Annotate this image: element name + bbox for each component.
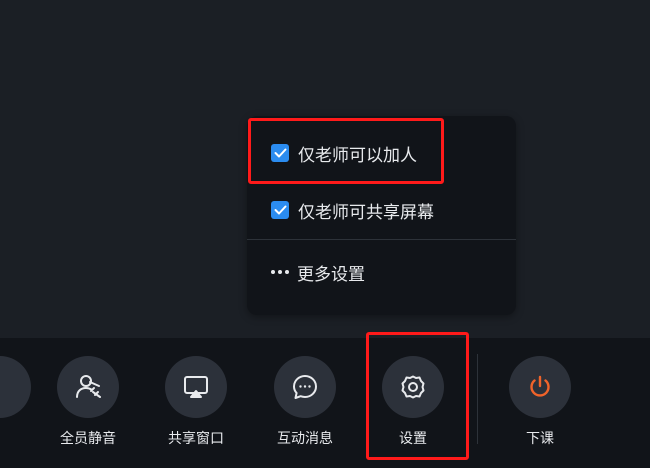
toolbar-divider [477, 354, 478, 444]
toolbar-label: 设置 [399, 431, 427, 447]
menu-item-label: 仅老师可以加人 [298, 145, 417, 166]
gear-icon [382, 356, 444, 418]
mute-all-icon [57, 356, 119, 418]
toolbar-label: 互动消息 [277, 431, 333, 447]
power-icon [509, 356, 571, 418]
bottom-toolbar: 全员静音 共享窗口 互动消息 设置 下课 [0, 338, 650, 468]
share-window-icon [165, 356, 227, 418]
partial-button-circle [0, 356, 31, 418]
toolbar-button-partial[interactable] [0, 356, 45, 418]
toolbar-label: 全员静音 [60, 431, 116, 447]
end-class-button[interactable]: 下课 [495, 356, 585, 448]
checkbox-checked-icon[interactable] [271, 144, 289, 162]
menu-item-label: 仅老师可共享屏幕 [298, 202, 434, 223]
interactive-message-button[interactable]: 互动消息 [260, 356, 350, 448]
menu-item-label: 更多设置 [297, 264, 365, 285]
checkbox-checked-icon[interactable] [271, 201, 289, 219]
menu-divider [247, 239, 516, 240]
menu-item-only-teacher-share[interactable]: 仅老师可共享屏幕 [247, 190, 516, 230]
mute-all-button[interactable]: 全员静音 [43, 356, 133, 448]
settings-button[interactable]: 设置 [368, 356, 458, 448]
chat-icon [274, 356, 336, 418]
more-dots-icon [271, 270, 289, 274]
toolbar-label: 下课 [526, 431, 554, 447]
toolbar-label: 共享窗口 [168, 431, 224, 447]
menu-item-more-settings[interactable]: 更多设置 [247, 252, 516, 292]
share-window-button[interactable]: 共享窗口 [151, 356, 241, 448]
settings-popup-menu: 仅老师可以加人 仅老师可共享屏幕 更多设置 [247, 116, 516, 315]
menu-item-only-teacher-add[interactable]: 仅老师可以加人 [247, 133, 516, 173]
